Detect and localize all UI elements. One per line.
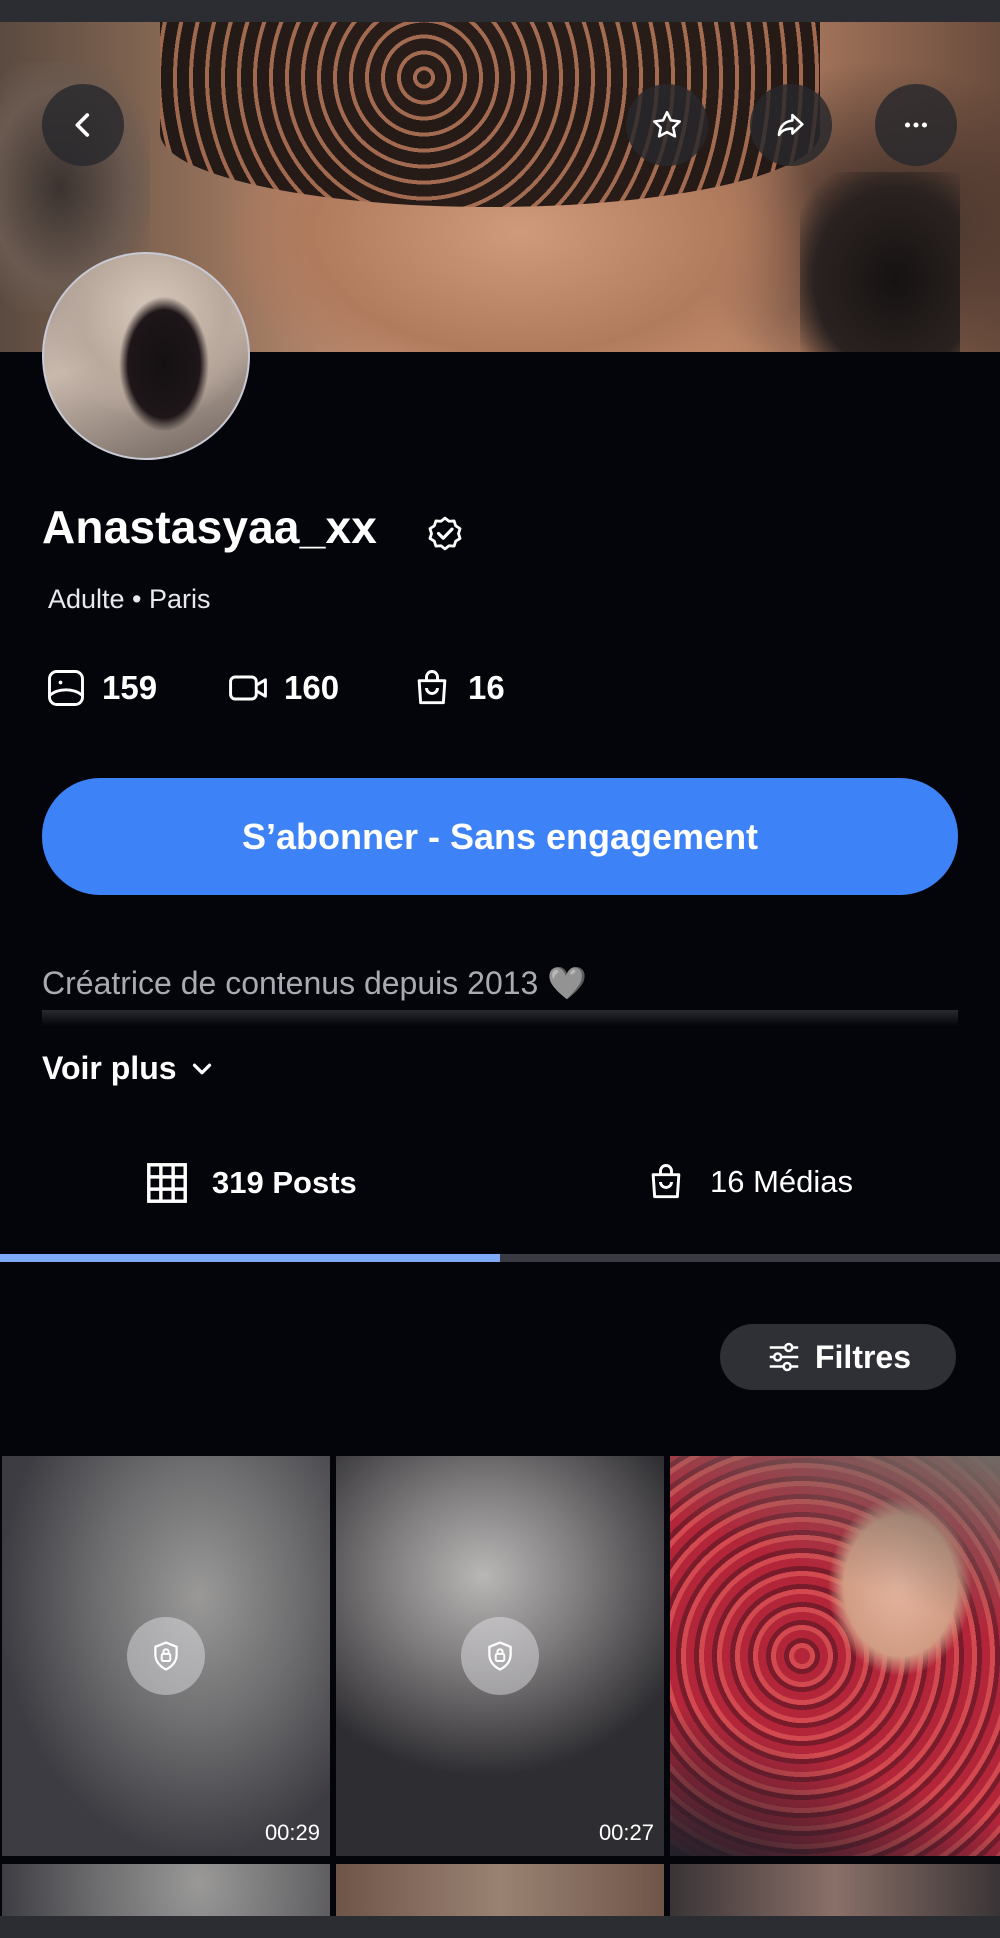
bio-fade <box>42 1010 958 1026</box>
chevron-down-icon <box>192 1063 211 1074</box>
stat-products-count: 16 <box>468 669 505 706</box>
stat-photos-count: 159 <box>102 669 158 706</box>
subscribe-button[interactable]: S’abonner - Sans engagement <box>42 778 958 895</box>
locked-shield-icon <box>154 1641 178 1671</box>
profile-name: Anastasyaa_xx <box>42 501 378 553</box>
status-bar <box>0 0 1000 22</box>
cover-shadow <box>800 172 960 352</box>
photo-shading <box>670 1456 1000 1856</box>
grid-item[interactable] <box>670 1864 1000 1916</box>
see-more-label: Voir plus <box>42 1050 177 1086</box>
grid-item[interactable] <box>336 1864 664 1916</box>
share-button[interactable] <box>750 84 832 166</box>
favorite-button[interactable] <box>626 84 708 166</box>
photo-icon <box>48 670 84 706</box>
verified-badge-icon <box>428 516 462 551</box>
more-icon <box>904 122 928 128</box>
share-icon <box>777 113 804 137</box>
video-duration: 00:29 <box>264 1820 320 1845</box>
stat-products: 16 <box>410 666 505 710</box>
bag-icon <box>417 670 447 705</box>
chevron-left-icon <box>75 113 90 137</box>
grid-item[interactable]: 00:29 <box>2 1456 330 1856</box>
lock-badge <box>127 1617 205 1695</box>
tab-posts[interactable]: 319 Posts <box>144 1160 357 1206</box>
bio-text: Créatrice de contenus depuis 2013 🩶 <box>42 965 588 1001</box>
grid-item[interactable]: 00:27 <box>336 1456 664 1856</box>
stat-videos: 160 <box>226 666 339 710</box>
profile-meta: Adulte • Paris <box>48 584 211 614</box>
star-icon <box>652 110 682 138</box>
grid-icon <box>147 1163 187 1203</box>
more-button[interactable] <box>875 84 957 166</box>
avatar[interactable] <box>42 252 250 460</box>
stat-photos: 159 <box>44 666 157 710</box>
navigation-bar <box>0 1916 1000 1938</box>
tab-posts-label: 319 Posts <box>212 1165 357 1200</box>
bag-icon <box>651 1164 681 1199</box>
tab-medias[interactable]: 16 Médias <box>644 1160 853 1204</box>
tab-active-indicator <box>0 1254 500 1262</box>
see-more-button[interactable]: Voir plus <box>42 1050 217 1087</box>
video-icon <box>229 675 267 701</box>
stat-videos-count: 160 <box>284 669 340 706</box>
back-button[interactable] <box>42 84 124 166</box>
grid-item[interactable] <box>670 1456 1000 1856</box>
locked-shield-icon <box>488 1641 512 1671</box>
video-duration: 00:27 <box>598 1820 654 1845</box>
lock-badge <box>461 1617 539 1695</box>
sliders-icon <box>769 1342 799 1372</box>
tab-medias-label: 16 Médias <box>710 1164 854 1199</box>
filters-label: Filtres <box>814 1338 912 1375</box>
grid-item[interactable] <box>2 1864 330 1916</box>
filters-button[interactable]: Filtres <box>720 1324 956 1390</box>
cover-lace <box>160 22 820 207</box>
